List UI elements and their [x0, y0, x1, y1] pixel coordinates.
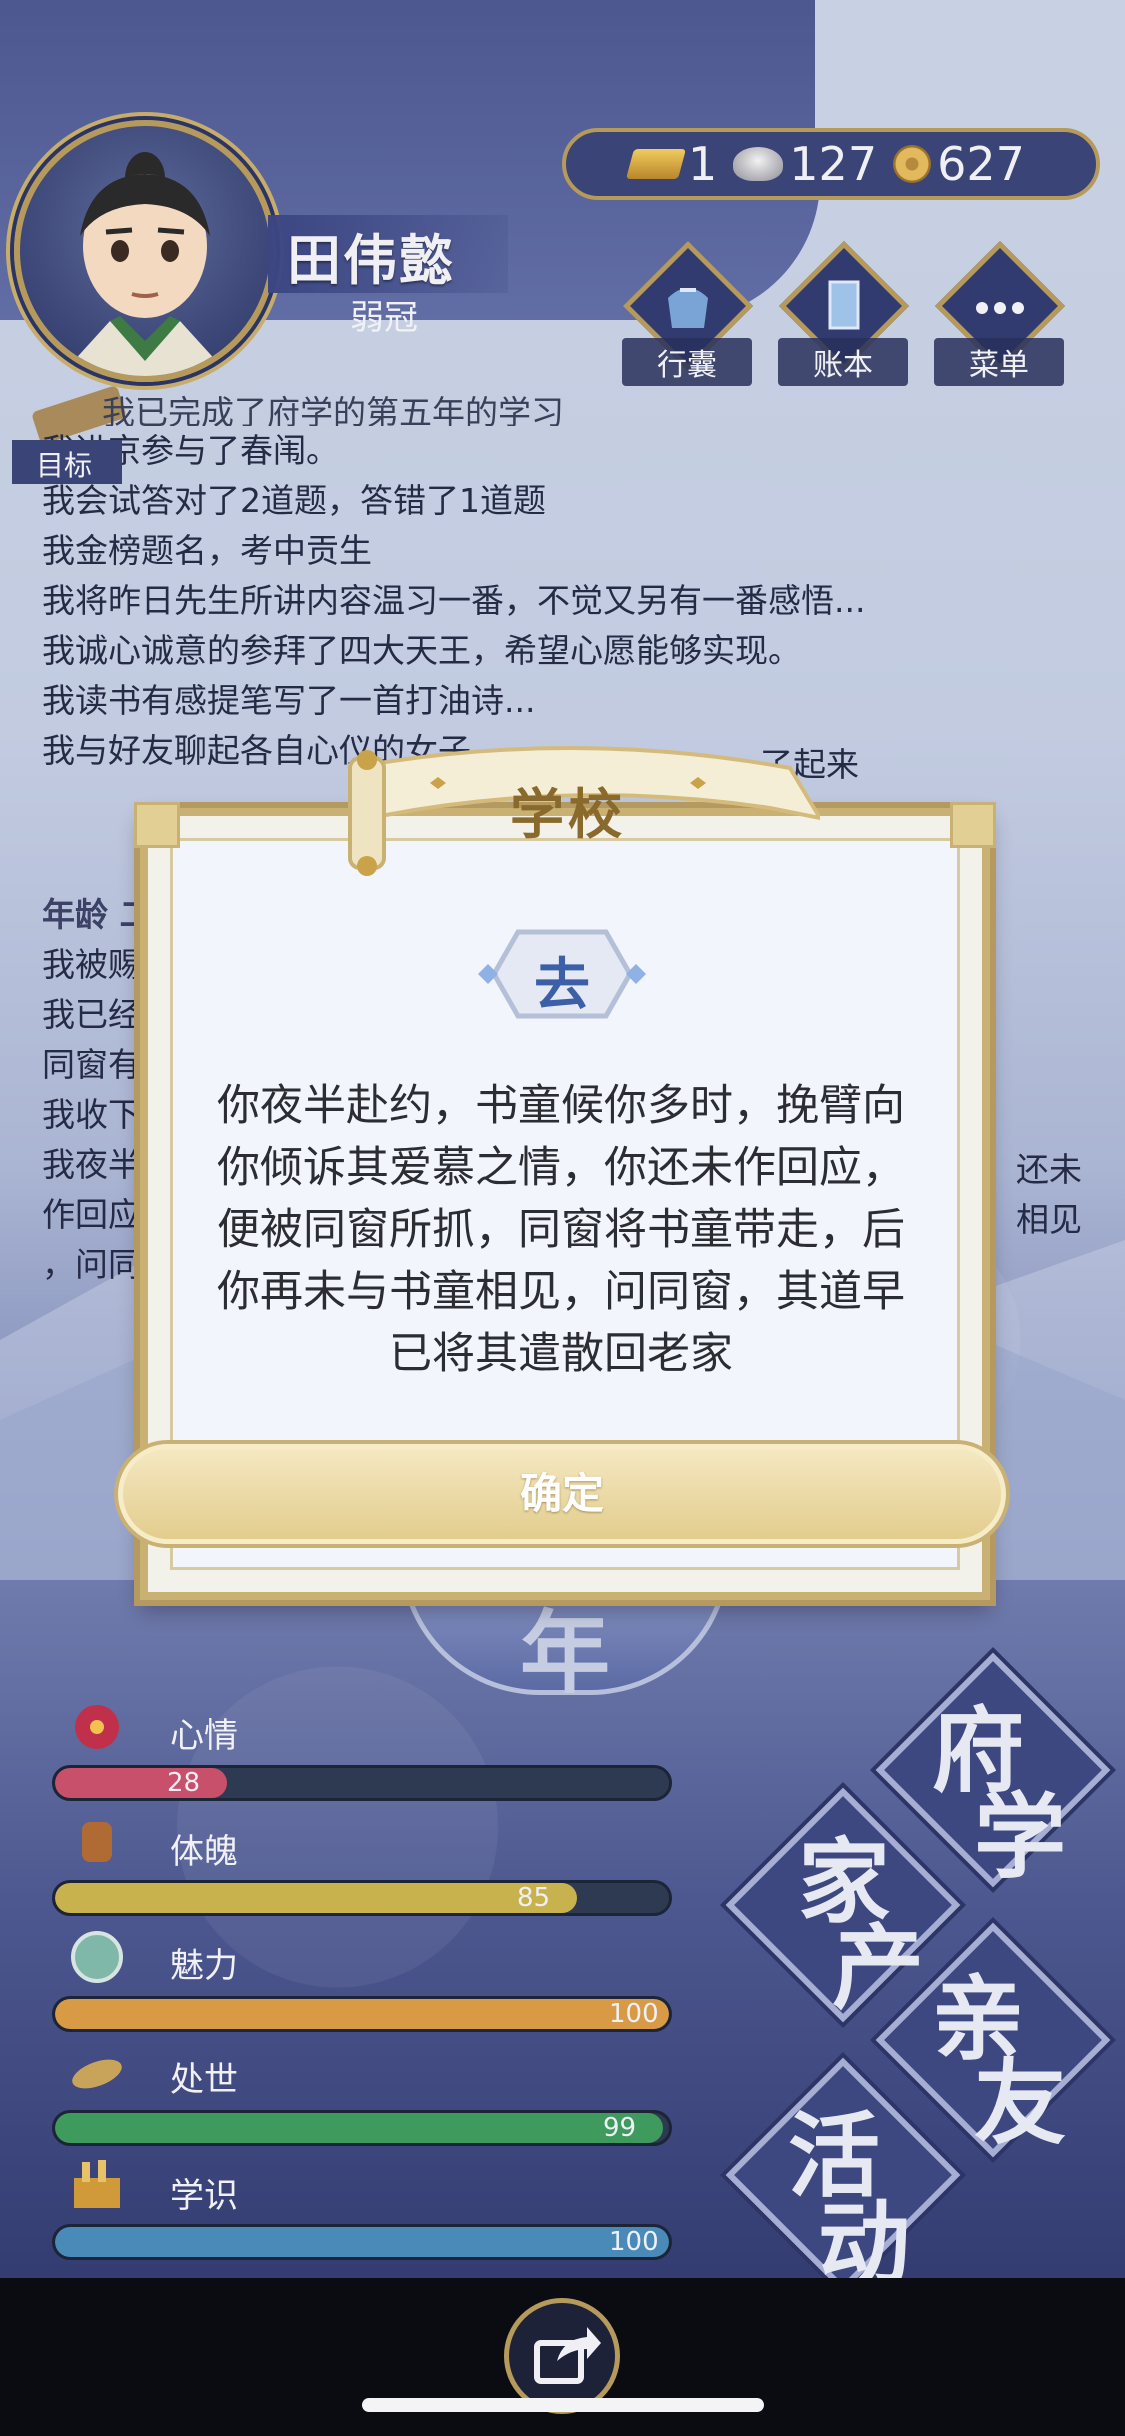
more-icon	[976, 302, 1024, 314]
stat-bar-mood: 28	[52, 1765, 672, 1801]
stat-fill-physique	[55, 1883, 577, 1913]
gold-amount: 1	[688, 137, 718, 191]
stat-label-worldliness: 处世	[170, 2060, 238, 2100]
stat-fill-worldliness	[55, 2113, 663, 2143]
dialog-message: 你夜半赴约，书童候你多时，挽臂向你倾诉其爱慕之情，你还未作回应，便被同窗所抓，同…	[217, 1081, 905, 1379]
bag-icon	[668, 288, 708, 328]
dialog-title: 学校	[510, 783, 626, 846]
log-line: 作回应	[42, 1195, 141, 1234]
log-line: 我已经	[42, 995, 141, 1034]
stat-value-knowledge: 100	[609, 2227, 659, 2257]
silver-amount: 127	[789, 137, 878, 191]
stat-fill-mood	[55, 1768, 227, 1798]
sandal-icon	[72, 2059, 122, 2089]
stat-bar-worldliness: 99	[52, 2110, 672, 2146]
copper-currency: 627	[893, 137, 1025, 191]
silver-currency: 127	[733, 137, 877, 191]
player-age-title: 弱冠	[350, 298, 418, 338]
stat-fill-charm	[55, 1999, 669, 2029]
year-header: 年龄 二	[42, 895, 153, 934]
gold-currency: 1	[625, 137, 718, 191]
confirm-button[interactable]: 确定	[118, 1444, 1006, 1544]
dialog-corner	[134, 802, 180, 848]
log-line: 我收下	[42, 1095, 141, 1134]
player-avatar[interactable]	[14, 120, 276, 382]
more-menu-label: 菜单	[934, 338, 1064, 386]
stat-bar-charm: 100	[52, 1996, 672, 2032]
log-line: 我已完成了府学的第五年的学习	[102, 393, 564, 426]
log-right-fragments: 还未 相见	[1016, 1150, 1082, 1239]
silver-ingot-icon	[733, 147, 784, 181]
header-light-strip	[815, 0, 1125, 130]
log-line: 我夜半	[42, 1145, 141, 1184]
goal-tag[interactable]: 目标	[12, 440, 122, 484]
home-indicator	[362, 2398, 764, 2412]
log-line: 我诚心诚意的参拜了四大天王，希望心愿能够实现。	[42, 631, 801, 670]
stat-label-charm: 魅力	[170, 1946, 238, 1986]
log-line: 我会试答对了2道题，答错了1道题	[42, 481, 546, 520]
log-line: 我进京参与了春闱。	[42, 431, 339, 470]
share-icon	[534, 2327, 601, 2384]
log-line: 同窗有	[42, 1045, 141, 1084]
activities-button[interactable]: 活 动	[725, 2057, 961, 2298]
stat-value-mood: 28	[167, 1768, 201, 1798]
log-line: 我金榜题名，考中贡生	[42, 531, 372, 570]
stat-value-worldliness: 99	[603, 2113, 637, 2143]
log-line: ，问同	[42, 1245, 141, 1284]
gold-ingot-icon	[625, 149, 687, 179]
stat-fill-knowledge	[55, 2227, 669, 2257]
stat-label-mood: 心情	[170, 1716, 238, 1756]
ledger-label: 账本	[778, 338, 908, 386]
bag-button[interactable]: 行囊	[622, 240, 754, 386]
log-line: 我读书有感提笔写了一首打油诗...	[42, 681, 536, 720]
event-log: 我已完成了府学的第五年的学习 我进京参与了春闱。 我会试答对了2道题，答错了1道…	[42, 393, 1062, 776]
confirm-label: 确定	[519, 1469, 604, 1518]
stat-value-charm: 100	[609, 1999, 659, 2029]
stat-bar-knowledge: 100	[52, 2224, 672, 2260]
year-log: 年龄 二 我被赐 我已经 同窗有 我收下 我夜半 作回应 ，问同	[42, 890, 153, 1290]
dialog-corner	[950, 802, 996, 848]
ledger-icon	[828, 280, 860, 330]
bag-label: 行囊	[622, 338, 752, 386]
dialog-choice: 去	[534, 953, 590, 1018]
jade-icon	[71, 1931, 123, 1983]
copper-coin-icon	[893, 145, 932, 183]
stat-label-knowledge: 学识	[170, 2176, 238, 2216]
share-button[interactable]	[504, 2298, 620, 2414]
stat-label-physique: 体魄	[170, 1832, 238, 1872]
log-line: 我将昨日先生所讲内容温习一番，不觉又另有一番感悟...	[42, 581, 866, 620]
ledger-button[interactable]: 账本	[778, 240, 910, 386]
stat-value-physique: 85	[517, 1883, 551, 1913]
books-icon	[74, 2160, 120, 2208]
log-line: 我被赐	[42, 945, 141, 984]
stat-bar-physique: 85	[52, 1880, 672, 1916]
more-menu-button[interactable]: 菜单	[934, 240, 1066, 386]
currency-bar: 1 127 627	[562, 128, 1100, 200]
lantern-icon	[82, 1822, 112, 1862]
player-name: 田伟懿	[287, 229, 455, 292]
flower-icon	[75, 1705, 119, 1749]
copper-amount: 627	[937, 137, 1025, 191]
